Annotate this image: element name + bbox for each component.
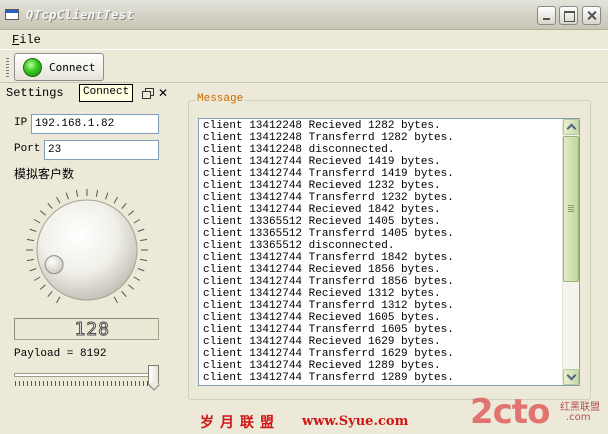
message-line: client 13412744 Transferrd 1842 bytes. — [203, 252, 454, 264]
payload-slider-handle[interactable] — [148, 365, 159, 385]
dial-tick — [47, 202, 53, 209]
message-line: client 13365512 Recieved 1405 bytes. — [203, 216, 441, 228]
float-dock-icon[interactable] — [142, 88, 154, 99]
scroll-down-icon[interactable] — [563, 369, 579, 385]
dial-tick — [133, 276, 141, 281]
dial-tick — [56, 196, 61, 204]
toolbar-grip-handle[interactable] — [6, 58, 9, 78]
dial-tick — [65, 192, 70, 200]
message-line: client 13365512 disconnected. — [203, 240, 395, 252]
app-window-icon — [5, 9, 19, 20]
settings-dock-title: Settings — [6, 86, 64, 100]
watermark-url: www.Syue.com — [302, 414, 409, 429]
dial-tick — [104, 192, 109, 200]
minimize-button[interactable] — [537, 6, 556, 25]
watermark-logo: 2cto — [470, 392, 550, 432]
payload-slider-track[interactable] — [14, 373, 159, 377]
settings-panel: IP 192.168.1.82 Port 23 模拟客户数 128 Payloa… — [0, 103, 173, 403]
connect-button[interactable]: Connect — [14, 53, 104, 81]
message-title: Message — [195, 93, 246, 105]
dial-tick — [113, 296, 118, 304]
dial-tick — [121, 291, 127, 298]
message-scrollbar[interactable] — [562, 119, 579, 385]
connection-status-led-icon — [23, 58, 42, 77]
payload-slider-ticks — [15, 381, 158, 386]
toolbar: Connect — [0, 49, 608, 83]
message-line: client 13412744 Recieved 1842 bytes. — [203, 204, 441, 216]
port-input[interactable]: 23 — [44, 140, 159, 160]
dial-knob-handle[interactable] — [44, 255, 64, 275]
dial-face — [36, 199, 138, 301]
dial-tick — [39, 284, 46, 290]
settings-dock-titlebar[interactable]: Settings Connect ✕ — [0, 84, 172, 102]
scroll-up-icon[interactable] — [563, 119, 579, 135]
connect-tooltip: Connect — [79, 84, 134, 102]
dial-tick — [47, 291, 53, 298]
message-line: client 13412744 Transferrd 1312 bytes. — [203, 300, 454, 312]
client-count-value: 128 — [74, 319, 110, 341]
message-line: client 13412744 Transferrd 1289 bytes. — [203, 372, 454, 384]
message-line: client 13412744 Transferrd 1232 bytes. — [203, 192, 454, 204]
dial-tick — [56, 296, 61, 304]
message-line: client 13412744 Transferrd 1605 bytes. — [203, 324, 454, 336]
simulated-clients-label: 模拟客户数 — [14, 167, 75, 181]
watermark-logo-com: .com — [566, 412, 591, 423]
dial-tick — [95, 189, 99, 197]
message-line: client 13412248 disconnected. — [203, 144, 395, 156]
message-log[interactable]: client 13412248 Recieved 1282 bytes. clie… — [198, 118, 580, 386]
port-label: Port — [14, 143, 41, 155]
message-line: client 13365512 Transferrd 1405 bytes. — [203, 228, 454, 240]
dial-tick — [137, 228, 145, 233]
dial-tick — [39, 210, 46, 216]
close-window-button[interactable] — [582, 6, 601, 25]
dial-tick — [26, 238, 34, 242]
menu-bar: File — [0, 30, 608, 49]
dial-tick — [128, 210, 135, 216]
menu-file[interactable]: File — [12, 33, 41, 47]
scroll-thumb[interactable] — [563, 136, 579, 282]
message-lines: client 13412248 Recieved 1282 bytes. clie… — [203, 120, 563, 384]
dial-tick — [137, 267, 145, 272]
dial-tick — [128, 284, 135, 290]
ip-input[interactable]: 192.168.1.82 — [31, 114, 159, 134]
menu-file-label: ile — [19, 33, 41, 47]
message-line: client 13412248 Recieved 1282 bytes. — [203, 120, 441, 132]
connect-button-label: Connect — [49, 61, 96, 74]
dial-tick — [29, 267, 37, 272]
message-line: client 13412744 Recieved 1289 bytes. — [203, 360, 441, 372]
dial-tick — [33, 219, 41, 224]
dial-tick — [140, 258, 148, 262]
dial-tick — [133, 219, 141, 224]
message-line: client 13412744 Transferrd 1856 bytes. — [203, 276, 454, 288]
close-dock-icon[interactable]: ✕ — [158, 86, 168, 100]
dial-tick — [140, 238, 148, 242]
message-line: client 13412744 Recieved 1856 bytes. — [203, 264, 441, 276]
message-line: client 13412248 Transferrd 1282 bytes. — [203, 132, 454, 144]
message-line: client 13412744 Recieved 1605 bytes. — [203, 312, 441, 324]
message-line: client 13412744 Transferrd 1629 bytes. — [203, 348, 454, 360]
client-count-lcd: 128 — [14, 318, 159, 341]
message-line: client 13412744 Recieved 1312 bytes. — [203, 288, 441, 300]
dial-tick — [26, 258, 34, 262]
message-line: client 13412744 Recieved 1232 bytes. — [203, 180, 441, 192]
title-bar[interactable]: QTcpClientTest — [0, 0, 608, 30]
dial-tick — [113, 196, 118, 204]
ip-label: IP — [14, 117, 28, 129]
window-title: QTcpClientTest — [26, 8, 135, 22]
client-count-dial[interactable] — [20, 183, 154, 317]
message-line: client 13412744 Recieved 1419 bytes. — [203, 156, 441, 168]
maximize-button[interactable] — [559, 6, 578, 25]
watermark-logo-chinese: 红黑联盟 — [560, 402, 600, 413]
dial-tick — [121, 202, 127, 209]
dial-tick — [33, 276, 41, 281]
dial-tick — [29, 228, 37, 233]
dial-tick — [75, 189, 79, 197]
message-line: client 13412744 Recieved 1629 bytes. — [203, 336, 441, 348]
payload-label: Payload = 8192 — [14, 348, 107, 360]
watermark-chinese: 岁月联盟 — [200, 415, 280, 431]
message-line: client 13412744 Transferrd 1419 bytes. — [203, 168, 454, 180]
